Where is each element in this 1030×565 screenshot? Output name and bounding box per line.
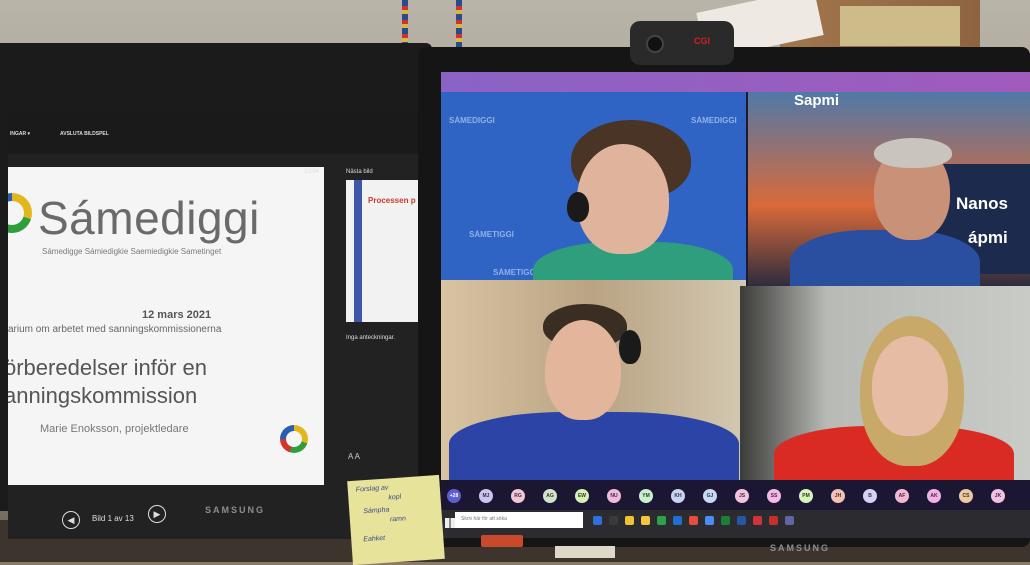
file-explorer-icon[interactable] <box>641 516 650 525</box>
sticky-note-line: kopl <box>388 493 402 502</box>
presenter-toolbar: INGAR ▾ AVSLUTA BILDSPEL <box>8 114 422 154</box>
left-monitor: INGAR ▾ AVSLUTA BILDSPEL Sámediggi Sámed… <box>0 43 432 539</box>
participant-body <box>449 412 739 480</box>
participant-face <box>577 144 669 254</box>
webcam: CGI <box>630 21 734 65</box>
participant-avatar[interactable]: MJ <box>479 489 493 503</box>
slide-author: Marie Enoksson, projektledare <box>40 423 189 435</box>
webcam-lens-icon <box>646 35 664 53</box>
sticky-note: Forslag av kopl Sámpha ramn Eahket <box>347 474 445 565</box>
pinned-map <box>840 6 960 46</box>
windows-start-icon[interactable] <box>445 518 455 528</box>
participant-face <box>872 336 948 436</box>
video-tile-speaker-3[interactable] <box>441 280 746 480</box>
tile-watermark: SÁMEDIGGI <box>691 116 737 125</box>
menu-label[interactable]: INGAR ▾ <box>10 131 30 137</box>
powerpoint-icon[interactable] <box>753 516 762 525</box>
participant-avatar[interactable]: KH <box>671 489 685 503</box>
next-slide-preview[interactable]: Processen p <box>346 180 422 322</box>
slide-subbrand: Sámedigge Sámiedigkie Saemiedigkie Samet… <box>42 247 222 256</box>
slide-title-line2: anningskommission <box>8 383 198 408</box>
participant-avatar[interactable]: CS <box>959 489 973 503</box>
slide-title-line1: örberedelser inför en <box>8 355 208 380</box>
samediggi-small-logo-icon <box>280 425 308 453</box>
tile-watermark: SÁMETIGGI <box>493 268 538 277</box>
slide-seminar: arium om arbetet med sanningskommissione… <box>8 324 222 335</box>
taskbar-search-placeholder: Skriv här för att söka <box>461 516 507 522</box>
sticky-note-line: ramn <box>389 515 407 524</box>
webcam-brand: CGI <box>694 36 711 46</box>
slide-counter: Bild 1 av 13 <box>92 514 134 523</box>
headset-icon <box>619 330 641 364</box>
next-slide-button[interactable]: ▶ <box>148 505 166 523</box>
video-tile-speaker-2[interactable]: Sapmi Nanos ápmi <box>748 92 1030 298</box>
next-slide-title: Processen p <box>368 196 416 205</box>
video-call-screen: SÁMEDIGGI SÁMEDIGGI SÁMETIGGI SÁMETIGGI … <box>441 72 1030 538</box>
taskbar-search-input[interactable]: Skriv här för att söka <box>455 512 583 528</box>
participant-avatar[interactable]: NU <box>607 489 621 503</box>
banner-text-top: Sapmi <box>794 92 840 109</box>
participant-avatar[interactable]: RG <box>511 489 525 503</box>
sticky-note-line: Forslag av <box>355 484 389 494</box>
participant-avatar[interactable]: JH <box>831 489 845 503</box>
outlook-icon[interactable] <box>609 516 618 525</box>
word-icon[interactable] <box>737 516 746 525</box>
edge-icon[interactable] <box>705 516 714 525</box>
participant-avatar[interactable]: GJ <box>703 489 717 503</box>
participant-avatar[interactable]: B <box>863 489 877 503</box>
sticky-note-line: Eahket <box>363 534 386 544</box>
headset-icon <box>567 192 589 222</box>
speaker-notes: Inga anteckningar. <box>346 335 396 341</box>
slide-brand: Sámediggi <box>38 192 260 244</box>
acrobat-icon[interactable] <box>769 516 778 525</box>
banner-text-line1: Nanos <box>956 194 1008 213</box>
tile-watermark: SÁMETIGGI <box>469 230 514 239</box>
participant-avatar[interactable]: YM <box>639 489 653 503</box>
participant-avatar[interactable]: EW <box>575 489 589 503</box>
participant-avatar[interactable]: JS <box>735 489 749 503</box>
participant-avatar[interactable]: JK <box>991 489 1005 503</box>
red-label-sticker <box>481 535 523 547</box>
video-tile-speaker-4[interactable] <box>740 286 1030 480</box>
participant-face <box>545 320 621 420</box>
participant-avatar[interactable]: +28 <box>447 489 461 503</box>
end-show-button[interactable]: AVSLUTA BILDSPEL <box>60 131 109 137</box>
mail-icon[interactable] <box>673 516 682 525</box>
next-slide-label: Nästa bild <box>346 169 373 175</box>
slide-date: 12 mars 2021 <box>142 309 212 321</box>
video-tile-speaker-1[interactable]: SÁMEDIGGI SÁMEDIGGI SÁMETIGGI SÁMETIGGI <box>441 92 746 298</box>
sticky-note-line: Sámpha <box>363 506 390 516</box>
text-size-controls[interactable]: A A <box>348 452 360 461</box>
task-view-icon[interactable] <box>593 516 602 525</box>
samediggi-logo-icon <box>8 193 32 233</box>
presenter-clock: 10:04 <box>304 169 320 175</box>
chrome-icon[interactable] <box>689 516 698 525</box>
participant-avatar[interactable]: AK <box>927 489 941 503</box>
participant-avatar[interactable]: PM <box>799 489 813 503</box>
next-slide-accent-bar <box>354 180 362 322</box>
right-monitor-brand: SAMSUNG <box>770 543 831 553</box>
presenter-view-screen: INGAR ▾ AVSLUTA BILDSPEL Sámediggi Sámed… <box>8 114 422 539</box>
banner-text-line2: ápmi <box>968 228 1008 247</box>
participant-avatar[interactable]: SS <box>767 489 781 503</box>
participant-strip: +28 MJ RG AG EW NU YM KH GJ JS SS PM JH … <box>441 480 1030 510</box>
paper-label <box>555 546 615 558</box>
current-slide: Sámediggi Sámedigge Sámiedigkie Saemiedi… <box>8 167 324 485</box>
tile-watermark: SÁMEDIGGI <box>449 116 495 125</box>
previous-slide-button[interactable]: ◀ <box>62 511 80 529</box>
folder-icon[interactable] <box>625 516 634 525</box>
dollar-app-icon[interactable] <box>657 516 666 525</box>
participant-avatar[interactable]: AF <box>895 489 909 503</box>
left-monitor-brand: SAMSUNG <box>205 505 266 515</box>
windows-taskbar: Skriv här för att söka <box>441 510 1030 538</box>
participant-avatar[interactable]: AG <box>543 489 557 503</box>
participant-hair <box>874 138 952 168</box>
call-top-bar <box>441 72 1030 92</box>
notes-app-icon[interactable] <box>721 516 730 525</box>
teams-icon[interactable] <box>785 516 794 525</box>
